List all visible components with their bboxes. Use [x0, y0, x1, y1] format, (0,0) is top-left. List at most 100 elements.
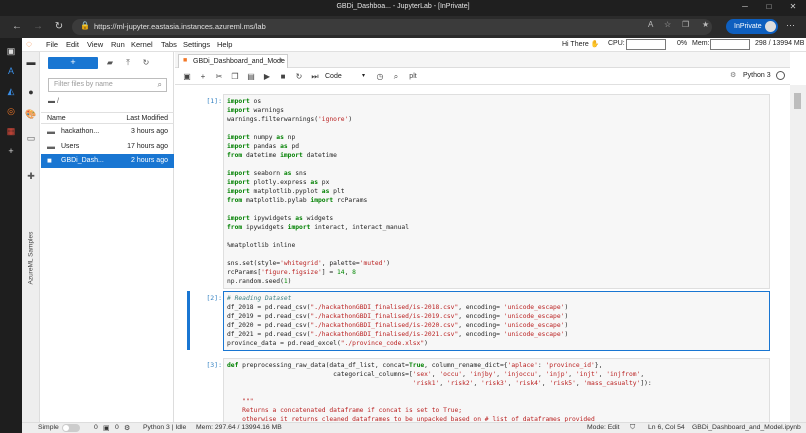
avatar: [765, 21, 776, 32]
reload-icon[interactable]: ↻: [51, 20, 67, 34]
code-token: def: [227, 362, 239, 369]
collections-icon[interactable]: ❐: [682, 20, 689, 29]
breadcrumb[interactable]: ▬ /: [48, 98, 59, 105]
filter-placeholder: Filter files by name: [54, 81, 113, 88]
col-name[interactable]: Name: [47, 115, 66, 122]
code-token: 'province_id': [545, 362, 595, 369]
code-token: os: [249, 98, 262, 105]
fast-forward-icon[interactable]: ⏭: [309, 71, 321, 82]
cell-type-select[interactable]: Code ▾: [325, 71, 365, 82]
folder-icon[interactable]: ▬: [25, 56, 37, 68]
azureml-samples-tab[interactable]: AzureML Samples: [25, 227, 37, 287]
debugger-icon[interactable]: ⚙: [730, 71, 736, 79]
code-token: from: [227, 152, 243, 159]
refresh-icon[interactable]: ↻: [140, 57, 152, 69]
jupyter-logo-icon: ◌: [26, 39, 32, 50]
maximize-icon[interactable]: □: [757, 2, 781, 11]
menu-view[interactable]: View: [87, 40, 103, 49]
favorites-icon[interactable]: ★: [702, 20, 709, 29]
azure-icon[interactable]: A: [4, 64, 18, 78]
running-icon[interactable]: ●: [25, 86, 37, 98]
favorites-add-icon[interactable]: ☆: [664, 20, 671, 29]
menu-help[interactable]: Help: [217, 40, 232, 49]
insert-cell-icon[interactable]: +: [197, 71, 209, 82]
cell-input[interactable]: # Reading Dataset df_2018 = pd.read_csv("…: [223, 291, 770, 351]
plt-label[interactable]: plt: [406, 71, 420, 82]
code-token: import: [227, 188, 250, 195]
code-token: 'sex': [412, 371, 432, 378]
folder-icon: ▬: [47, 142, 55, 151]
menu-kernel[interactable]: Kernel: [131, 40, 153, 49]
menu-tabs[interactable]: Tabs: [161, 40, 177, 49]
file-row[interactable]: ▬ Users 17 hours ago: [41, 140, 174, 154]
file-row-selected[interactable]: ■ GBDi_Dash... 2 hours ago: [41, 154, 174, 168]
clock-icon[interactable]: ◷: [374, 71, 386, 82]
code-line: import matplotlib.pyplot as plt: [227, 187, 766, 196]
code-token: ): [564, 313, 569, 320]
cell-type-value: Code: [325, 73, 342, 80]
col-last-modified[interactable]: Last Modified: [126, 115, 168, 122]
office-icon[interactable]: ▦: [4, 124, 18, 138]
read-aloud-icon[interactable]: A: [648, 20, 653, 29]
run-icon[interactable]: ▶: [261, 71, 273, 82]
new-launcher-button[interactable]: +: [48, 57, 98, 69]
menu-file[interactable]: File: [46, 40, 58, 49]
code-token: ,: [462, 371, 470, 378]
commands-icon[interactable]: 🎨: [25, 108, 37, 120]
code-token: 8: [352, 269, 356, 276]
search-icon[interactable]: ⌕: [390, 71, 402, 82]
simple-mode-toggle[interactable]: [62, 424, 80, 432]
save-icon[interactable]: ▣: [181, 71, 193, 82]
restart-icon[interactable]: ↻: [293, 71, 305, 82]
cell-input[interactable]: import os import warnings warnings.filterw…: [223, 94, 770, 289]
gear-icon[interactable]: ⚙: [124, 424, 130, 432]
code-token: 'unicode_escape': [503, 331, 565, 338]
cut-icon[interactable]: ✂: [213, 71, 225, 82]
close-window-icon[interactable]: ✕: [781, 2, 805, 11]
notebook-tab[interactable]: ■ GBDi_Dashboard_and_Mode ●: [178, 54, 288, 68]
code-token: "./hackathonGBDI_finalised/is-2021.csv": [310, 331, 459, 338]
close-tab-icon[interactable]: ●: [279, 57, 283, 64]
url-field[interactable]: 🔒 https://ml-jupyter.eastasia.instances.…: [72, 19, 712, 35]
jupyter-icon[interactable]: ◎: [4, 104, 18, 118]
filter-files-input[interactable]: Filter files by name ⌕: [48, 78, 167, 92]
notebook-scrollbar[interactable]: [790, 85, 806, 422]
code-token: 'muted': [359, 260, 387, 267]
code-token: # Reading Dataset: [227, 295, 292, 302]
kernel-count[interactable]: 0: [115, 424, 119, 431]
code-token: 'injfrom': [606, 371, 641, 378]
file-row[interactable]: ▬ hackathon... 3 hours ago: [41, 125, 174, 139]
menu-run[interactable]: Run: [111, 40, 125, 49]
copy-icon[interactable]: ❐: [229, 71, 241, 82]
add-site-icon[interactable]: +: [4, 144, 18, 158]
more-menu-icon[interactable]: ⋯: [786, 20, 795, 31]
kernel-status-text[interactable]: Python 3 | Idle: [143, 424, 186, 431]
code-line: import seaborn as sns: [227, 169, 766, 178]
scrollbar-thumb[interactable]: [794, 93, 801, 109]
kernel-name[interactable]: Python 3: [743, 72, 771, 79]
trusted-icon[interactable]: ⛉: [630, 424, 635, 432]
ml-studio-icon[interactable]: ◭: [4, 84, 18, 98]
upload-icon[interactable]: ⤒: [122, 57, 134, 69]
status-bar: Simple 0 ▣ 0 ⚙ Python 3 | Idle Mem: 297.…: [22, 422, 806, 433]
back-icon[interactable]: ←: [9, 20, 25, 34]
menu-settings[interactable]: Settings: [183, 40, 210, 49]
forward-icon[interactable]: →: [30, 20, 46, 34]
stop-icon[interactable]: ■: [277, 71, 289, 82]
tabs-icon[interactable]: ▭: [25, 132, 37, 144]
code-token: import: [227, 215, 250, 222]
cell-input[interactable]: def preprocessing_raw_data(data_df_list,…: [223, 358, 770, 422]
tab-actions-icon[interactable]: ▣: [4, 44, 18, 58]
cursor-position[interactable]: Ln 6, Col 54: [648, 424, 685, 431]
kernel-status-icon: [776, 71, 785, 80]
menu-edit[interactable]: Edit: [66, 40, 79, 49]
inprivate-badge[interactable]: InPrivate: [726, 19, 778, 34]
terminal-count[interactable]: 0: [94, 424, 98, 431]
terminal-icon[interactable]: ▣: [103, 424, 109, 432]
minimize-icon[interactable]: ─: [733, 2, 757, 11]
extension-icon[interactable]: ✚: [25, 170, 37, 182]
new-folder-icon[interactable]: ▰: [104, 57, 116, 69]
paste-icon[interactable]: ▤: [245, 71, 257, 82]
code-token: as: [276, 134, 284, 141]
greeting: Hi There ✋: [562, 40, 599, 48]
